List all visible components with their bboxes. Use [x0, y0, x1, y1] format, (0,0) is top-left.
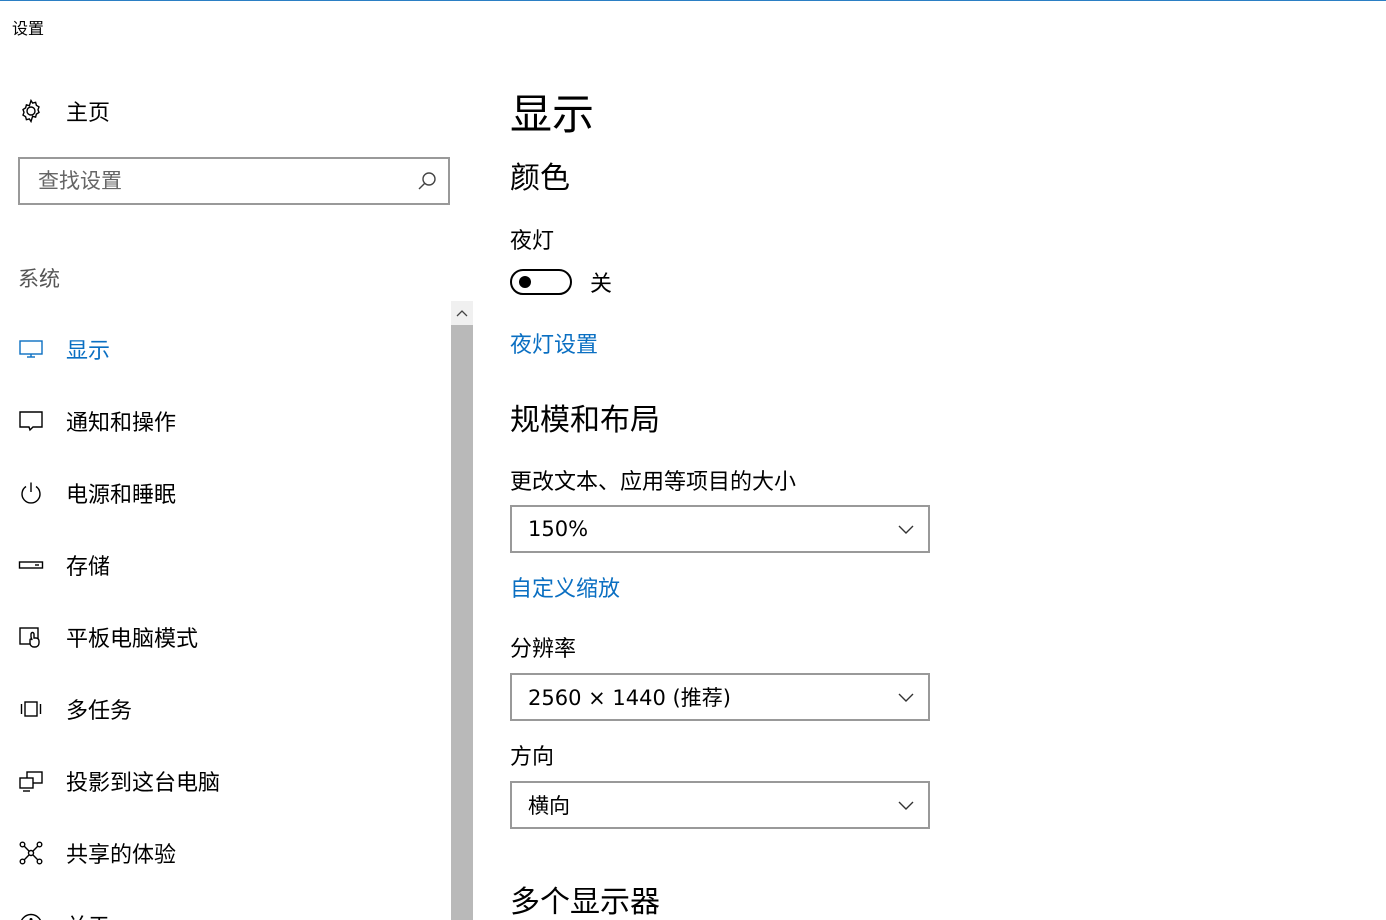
search-input[interactable]	[36, 168, 416, 194]
shared-experience-icon	[18, 840, 44, 866]
sidebar-item-display[interactable]: 显示	[18, 313, 438, 385]
sidebar-item-shared-experiences[interactable]: 共享的体验	[18, 817, 438, 889]
power-icon	[18, 480, 44, 506]
night-light-toggle-row: 关	[510, 266, 612, 298]
project-icon	[18, 768, 44, 794]
sidebar-scrollbar[interactable]	[451, 301, 473, 920]
sidebar-item-label: 关于	[66, 909, 110, 920]
sidebar-item-power[interactable]: 电源和睡眠	[18, 457, 438, 529]
window-title: 设置	[12, 19, 45, 38]
sidebar-item-about[interactable]: 关于	[18, 889, 438, 920]
sidebar-item-notifications[interactable]: 通知和操作	[18, 385, 438, 457]
custom-scaling-link[interactable]: 自定义缩放	[510, 571, 620, 603]
scroll-thumb[interactable]	[451, 325, 473, 920]
section-label-system: 系统	[18, 267, 60, 291]
chevron-down-icon	[898, 801, 914, 810]
resolution-label: 分辨率	[510, 637, 577, 662]
sidebar-item-label: 通知和操作	[66, 411, 177, 436]
home-button[interactable]: 主页	[18, 95, 110, 127]
night-light-state: 关	[590, 272, 613, 297]
night-light-toggle[interactable]	[510, 269, 572, 295]
search-box[interactable]	[18, 157, 450, 205]
orientation-dropdown[interactable]: 横向	[510, 781, 930, 829]
sidebar-item-label: 显示	[66, 339, 111, 364]
multitask-icon	[18, 696, 44, 722]
toggle-knob	[519, 276, 531, 288]
night-light-settings-link[interactable]: 夜灯设置	[510, 327, 598, 359]
orientation-label: 方向	[510, 745, 555, 770]
tablet-mode-icon	[18, 624, 44, 650]
resolution-dropdown[interactable]: 2560 × 1440 (推荐)	[510, 673, 930, 721]
scale-label: 更改文本、应用等项目的大小	[510, 470, 797, 495]
night-light-label: 夜灯	[510, 229, 555, 254]
sidebar-item-label: 多任务	[66, 699, 133, 724]
sidebar-item-storage[interactable]: 存储	[18, 529, 438, 601]
scroll-up-button[interactable]	[451, 301, 473, 325]
notification-icon	[18, 408, 44, 434]
chevron-down-icon	[898, 525, 914, 534]
resolution-dropdown-value: 2560 × 1440 (推荐)	[528, 686, 731, 710]
section-heading-scale-layout: 规模和布局	[510, 403, 660, 438]
section-heading-color: 颜色	[510, 161, 570, 196]
scale-dropdown[interactable]: 150%	[510, 505, 930, 553]
gear-icon	[18, 98, 44, 124]
sidebar-item-label: 投影到这台电脑	[66, 771, 221, 796]
sidebar-item-label: 共享的体验	[66, 843, 177, 868]
monitor-icon	[18, 336, 44, 362]
search-icon[interactable]	[416, 170, 438, 192]
page-title: 显示	[510, 90, 595, 139]
info-icon	[18, 912, 44, 920]
section-heading-multiple-displays: 多个显示器	[510, 885, 660, 920]
scale-dropdown-value: 150%	[528, 517, 589, 541]
sidebar-item-tablet-mode[interactable]: 平板电脑模式	[18, 601, 438, 673]
sidebar-item-label: 存储	[66, 555, 111, 580]
sidebar-nav: 显示 通知和操作 电源和睡眠 存储 平板电脑模式 多任务 投影到这台电脑 共享的…	[18, 313, 438, 920]
settings-window: 设置 主页 系统	[0, 0, 1386, 920]
chevron-down-icon	[898, 693, 914, 702]
orientation-dropdown-value: 横向	[528, 794, 570, 818]
sidebar-item-label: 电源和睡眠	[66, 483, 177, 508]
sidebar-item-multitasking[interactable]: 多任务	[18, 673, 438, 745]
sidebar-item-project[interactable]: 投影到这台电脑	[18, 745, 438, 817]
home-label: 主页	[66, 101, 111, 126]
sidebar-item-label: 平板电脑模式	[66, 627, 199, 652]
chevron-up-icon	[456, 310, 468, 317]
storage-icon	[18, 552, 44, 578]
